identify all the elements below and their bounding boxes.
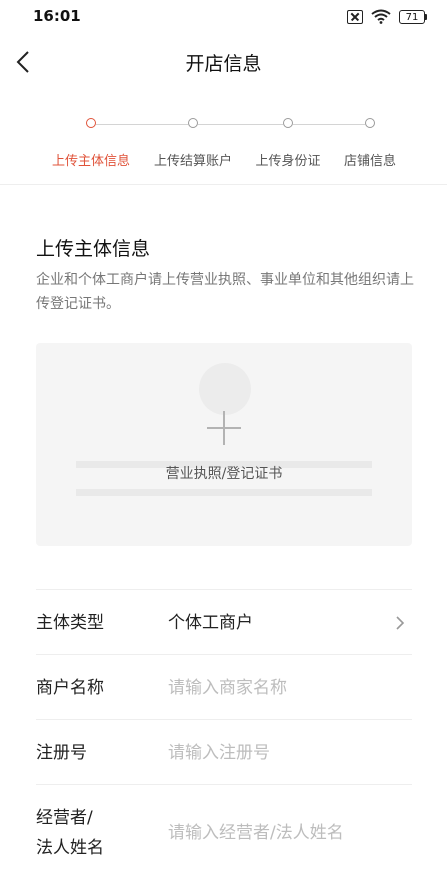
no-sim-icon bbox=[347, 9, 363, 24]
step-label-2[interactable]: 上传结算账户 bbox=[154, 150, 232, 169]
plus-icon bbox=[207, 411, 241, 445]
step-label-4[interactable]: 店铺信息 bbox=[344, 150, 396, 169]
operator-name-input[interactable] bbox=[168, 820, 408, 846]
step-dot-4 bbox=[365, 118, 375, 128]
registration-number-input[interactable] bbox=[168, 740, 408, 766]
merchant-name-label: 商户名称 bbox=[36, 678, 104, 698]
entity-type-value[interactable]: 个体工商户 bbox=[168, 610, 253, 636]
status-icons: 71 bbox=[347, 9, 427, 24]
operator-name-label-line2: 法人姓名 bbox=[36, 838, 104, 858]
step-connector bbox=[293, 124, 365, 125]
operator-name-row: 经营者/ 法人姓名 bbox=[36, 784, 412, 877]
entity-type-label: 主体类型 bbox=[36, 613, 104, 633]
merchant-name-row: 商户名称 bbox=[36, 654, 412, 720]
operator-name-label-line1: 经营者/ bbox=[36, 808, 93, 828]
page-title: 开店信息 bbox=[185, 53, 262, 75]
step-dot-1 bbox=[86, 118, 96, 128]
step-label-1[interactable]: 上传主体信息 bbox=[52, 150, 130, 169]
section-description: 企业和个体工商户请上传营业执照、事业单位和其他组织请上传登记证书。 bbox=[36, 272, 414, 312]
entity-type-row[interactable]: 主体类型 个体工商户 bbox=[36, 589, 412, 655]
battery-level: 71 bbox=[399, 9, 425, 24]
license-upload-area[interactable]: 营业执照/登记证书 bbox=[36, 343, 412, 546]
nav-bar: 开店信息 bbox=[0, 34, 447, 90]
registration-number-row: 注册号 bbox=[36, 719, 412, 785]
step-dot-2 bbox=[188, 118, 198, 128]
section-title: 上传主体信息 bbox=[36, 238, 151, 260]
status-time: 16:01 bbox=[33, 7, 81, 25]
divider bbox=[0, 184, 447, 185]
progress-steps: 上传主体信息 上传结算账户 上传身份证 店铺信息 bbox=[0, 112, 447, 186]
watermark-line bbox=[76, 489, 372, 496]
chevron-right-icon bbox=[396, 616, 405, 630]
step-connector bbox=[198, 124, 283, 125]
merchant-name-input[interactable] bbox=[168, 675, 408, 701]
seal-watermark-icon bbox=[199, 363, 251, 415]
battery-icon: 71 bbox=[399, 9, 427, 24]
status-bar: 16:01 71 bbox=[0, 0, 447, 34]
upload-label: 营业执照/登记证书 bbox=[165, 466, 283, 482]
step-label-3[interactable]: 上传身份证 bbox=[255, 150, 320, 169]
wifi-icon bbox=[371, 9, 391, 24]
step-dot-3 bbox=[283, 118, 293, 128]
step-connector bbox=[96, 124, 188, 125]
registration-number-label: 注册号 bbox=[36, 743, 87, 763]
